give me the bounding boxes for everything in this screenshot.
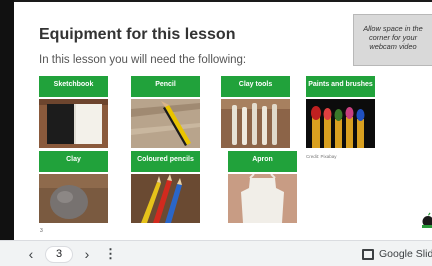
card-pencil: Pencil [131, 76, 200, 148]
apron-image [228, 174, 297, 223]
card-clay: Clay [39, 151, 108, 223]
slide: Equipment for this lesson In this lesson… [14, 0, 432, 240]
pencil-image [131, 99, 200, 148]
card-clay-tools: Clay tools [221, 76, 290, 148]
webcam-note: Allow space in the corner for your webca… [353, 14, 432, 66]
clay-image [39, 174, 108, 223]
previous-slide-button[interactable]: ‹ [26, 241, 36, 266]
card-label: Sketchbook [39, 76, 108, 97]
presentation-toolbar: ‹ 3 › ⋮ Google Slides [0, 240, 432, 266]
slides-icon [362, 248, 374, 260]
more-options-button[interactable]: ⋮ [104, 241, 117, 266]
clay-tools-image [221, 99, 290, 148]
image-credit: Credit: Pixabay [306, 154, 337, 159]
card-label: Pencil [131, 76, 200, 97]
slide-left-edge [0, 0, 14, 240]
sketchbook-image [39, 99, 108, 148]
google-slides-link[interactable]: Google Slides [362, 247, 432, 261]
card-apron: Apron [228, 151, 297, 223]
slide-subtitle: In this lesson you will need the followi… [39, 54, 247, 66]
brand-text: Google Slides [379, 248, 432, 260]
apple-logo-icon [422, 212, 432, 228]
card-label: Clay tools [221, 76, 290, 97]
card-label: Coloured pencils [131, 151, 200, 172]
card-label: Paints and brushes [306, 76, 375, 97]
card-paints-and-brushes: Paints and brushes [306, 76, 375, 148]
slide-number-input[interactable]: 3 [45, 246, 73, 263]
slide-title: Equipment for this lesson [39, 26, 236, 43]
paints-brushes-image [306, 99, 375, 148]
card-label: Apron [228, 151, 297, 172]
coloured-pencils-image [131, 174, 200, 223]
card-sketchbook: Sketchbook [39, 76, 108, 148]
slide-viewport: Equipment for this lesson In this lesson… [0, 0, 432, 240]
next-slide-button[interactable]: › [82, 241, 92, 266]
card-coloured-pencils: Coloured pencils [131, 151, 200, 223]
slide-number: 3 [40, 228, 43, 234]
card-label: Clay [39, 151, 108, 172]
